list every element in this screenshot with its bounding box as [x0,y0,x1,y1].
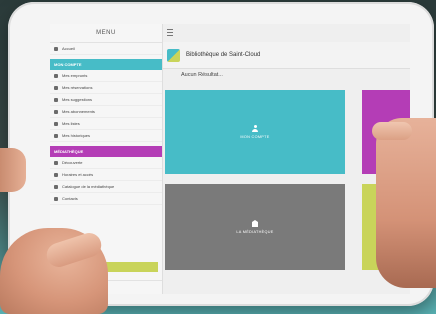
pencil-icon [54,97,58,102]
sidebar-item-label: Mes listes [62,121,80,126]
bookmark-icon [54,85,58,90]
sidebar-item-listes[interactable]: Mes listes [50,118,162,130]
sidebar-item-label: Découverte [62,160,83,165]
home-icon [54,46,58,51]
section-header-library: MÉDIATHÈQUE [50,146,162,157]
person-icon [252,125,258,132]
tablet-screen: MENU Accueil MON COMPTE Mes emprunts Mes… [50,24,410,294]
sidebar-item-reservations[interactable]: Mes réservations [50,82,162,94]
menu-title: MENU [50,24,162,43]
tile-label: MON COMPTE [240,135,270,139]
main-content: Bibliothèque de Saint-Cloud Aucun Résult… [163,24,410,294]
sidebar-item-label: Mes emprunts [62,73,88,78]
sidebar-item-label: Horaires et accès [62,172,94,177]
app-logo [167,48,180,62]
sidebar-item-historiques[interactable]: Mes historiques [50,130,162,142]
compass-icon [54,160,58,165]
sidebar-item-catalogue[interactable]: Catalogue de la médiathèque [50,181,162,193]
sidebar-item-contacts[interactable]: Contacts [50,193,162,205]
sidebar-item-horaires[interactable]: Horaires et accès [50,169,162,181]
sidebar-item-label: Mes historiques [62,133,91,138]
sidebar-item-label: Catalogue de la médiathèque [62,184,115,189]
list-icon [54,121,58,126]
tile-mon-compte[interactable]: MON COMPTE [165,90,345,174]
sidebar-item-emprunts[interactable]: Mes emprunts [50,70,162,82]
page-title: Bibliothèque de Saint-Cloud [186,52,261,58]
sidebar-item-accueil[interactable]: Accueil [50,43,162,55]
section-header-account: MON COMPTE [50,59,162,70]
book-icon [54,73,58,78]
history-icon [54,133,58,138]
no-results-message: Aucun Résultat... [181,72,223,78]
hamburger-menu-icon[interactable] [167,29,173,36]
sidebar-item-abonnements[interactable]: Mes abonnements [50,106,162,118]
building-icon [252,220,258,227]
right-hand [376,118,436,288]
clock-icon [54,172,58,177]
sidebar-item-label: Contacts [62,196,78,201]
sidebar-item-label: Accueil [62,46,75,51]
card-icon [54,109,58,114]
sidebar-item-label: Mes abonnements [62,109,95,114]
app-header: Bibliothèque de Saint-Cloud [163,42,410,69]
left-hand-fingers [0,148,26,192]
phone-icon [54,196,58,201]
sidebar-item-decouverte[interactable]: Découverte [50,157,162,169]
search-icon [54,184,58,189]
sidebar-item-label: Mes suggestions [62,97,93,102]
sidebar-item-label: Mes réservations [62,85,93,90]
tile-label: LA MÉDIATHÈQUE [236,230,274,234]
sidebar-item-suggestions[interactable]: Mes suggestions [50,94,162,106]
tile-la-mediatheque[interactable]: LA MÉDIATHÈQUE [165,184,345,270]
right-thumb [372,122,412,140]
